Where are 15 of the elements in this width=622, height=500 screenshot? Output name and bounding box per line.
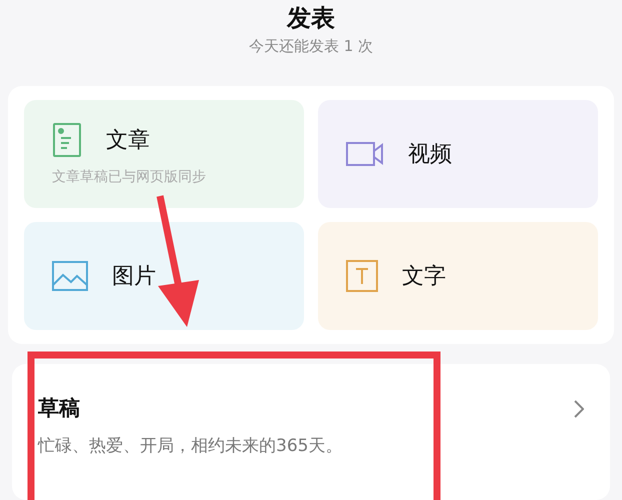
publish-quota-text: 今天还能发表 1 次 xyxy=(248,36,374,56)
drafts-description: 忙碌、热爱、开局，相约未来的365天。 xyxy=(38,435,342,457)
publish-option-tile[interactable]: 视频 xyxy=(318,100,598,208)
option-label: 文章 xyxy=(106,127,150,155)
option-note: 文章草稿已与网页版同步 xyxy=(52,168,207,186)
publish-option-tile[interactable]: 文字 xyxy=(318,222,598,330)
page-title: 发表 xyxy=(287,3,335,34)
drafts-card[interactable]: 草稿 忙碌、热爱、开局，相约未来的365天。 xyxy=(12,364,610,500)
drafts-title: 草稿 xyxy=(38,395,81,422)
option-label: 视频 xyxy=(408,141,452,169)
publish-option-tile[interactable]: 文章 文章草稿已与网页版同步 xyxy=(24,100,304,208)
option-label: 图片 xyxy=(112,263,156,291)
option-label: 文字 xyxy=(402,263,446,291)
chevron-right-icon xyxy=(574,400,584,418)
publish-option-tile[interactable]: 图片 xyxy=(24,222,304,330)
